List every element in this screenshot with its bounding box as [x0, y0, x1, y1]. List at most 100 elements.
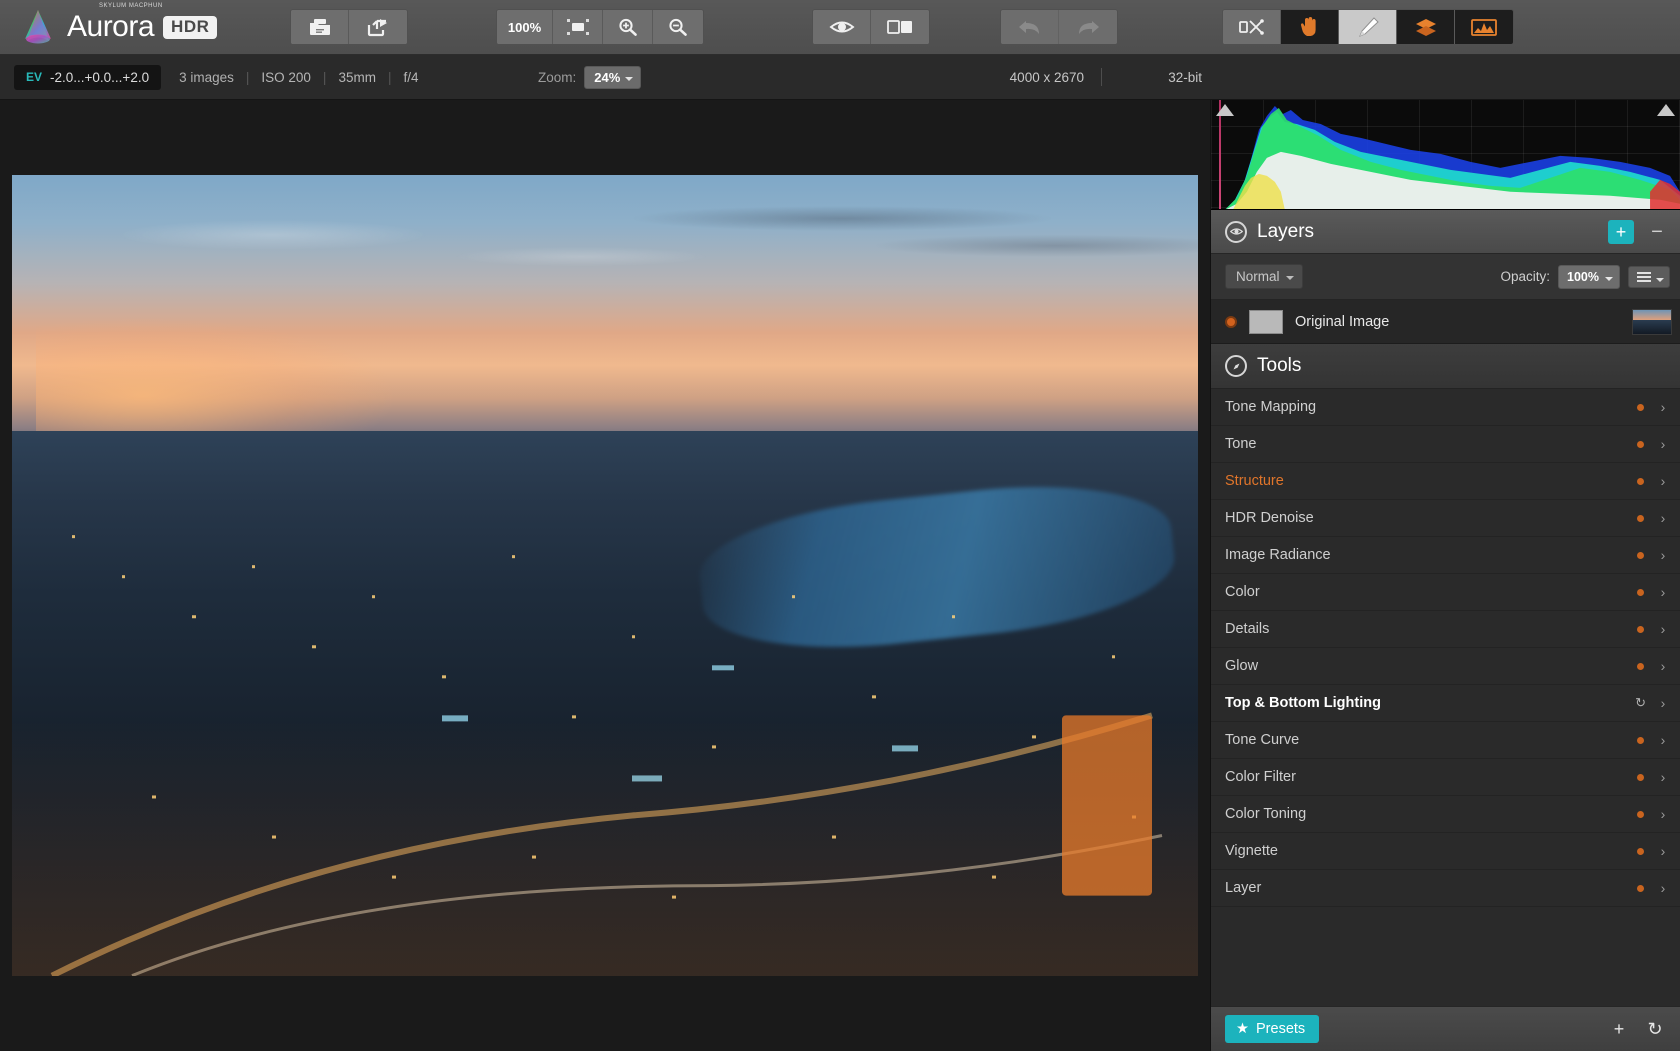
chevron-right-icon[interactable]: › [1658, 843, 1668, 859]
tool-enabled-dot[interactable] [1637, 737, 1644, 744]
tool-enabled-dot[interactable] [1637, 885, 1644, 892]
preview-button-group [812, 9, 930, 45]
tool-item-vignette[interactable]: Vignette› [1211, 833, 1680, 870]
sync-presets-button[interactable]: ↻ [1642, 1017, 1668, 1041]
tool-item-top-bottom-lighting[interactable]: Top & Bottom Lighting↻› [1211, 685, 1680, 722]
presets-button[interactable]: ★ Presets [1225, 1015, 1319, 1043]
chevron-right-icon[interactable]: › [1658, 436, 1668, 452]
highlight-clipping-icon[interactable] [1657, 104, 1675, 116]
zoom-level-select[interactable]: 24% [584, 66, 641, 89]
tool-item-structure[interactable]: Structure› [1211, 463, 1680, 500]
chevron-right-icon[interactable]: › [1658, 547, 1668, 563]
chevron-right-icon[interactable]: › [1658, 510, 1668, 526]
brush-button[interactable] [1339, 10, 1397, 44]
image-info-bar: EV -2.0...+0.0...+2.0 3 images | ISO 200… [0, 55, 1680, 100]
compare-split-button[interactable] [871, 10, 929, 44]
tool-item-color-filter[interactable]: Color Filter › [1211, 759, 1680, 796]
tool-enabled-dot[interactable] [1637, 441, 1644, 448]
tool-item-tone-curve[interactable]: Tone Curve› [1211, 722, 1680, 759]
tool-item-color[interactable]: Color› [1211, 574, 1680, 611]
chevron-right-icon[interactable]: › [1658, 769, 1668, 785]
chevron-right-icon[interactable]: › [1658, 695, 1668, 711]
zoom-label: Zoom: [538, 70, 576, 85]
quick-preview-eye-button[interactable] [813, 10, 871, 44]
chevron-right-icon[interactable]: › [1658, 584, 1668, 600]
chevron-right-icon[interactable]: › [1658, 880, 1668, 896]
tool-item-image-radiance[interactable]: Image Radiance › [1211, 537, 1680, 574]
divider-2: | [323, 70, 327, 85]
tool-item-color-toning[interactable]: Color Toning› [1211, 796, 1680, 833]
history-button-group [1000, 9, 1118, 45]
brand-sup: SKYLUM MACPHUN [99, 3, 163, 9]
tool-item-glow[interactable]: Glow › [1211, 648, 1680, 685]
shadow-clipping-icon[interactable] [1216, 104, 1234, 116]
right-side-panel: Layers + − Normal Opacity: 100% Original… [1210, 100, 1680, 1051]
tool-item-layer[interactable]: Layer› [1211, 870, 1680, 907]
open-images-button[interactable] [291, 10, 349, 44]
tool-enabled-dot[interactable] [1637, 552, 1644, 559]
blend-mode-select[interactable]: Normal [1225, 264, 1303, 289]
tool-enabled-dot[interactable] [1637, 404, 1644, 411]
chevron-right-icon[interactable]: › [1658, 473, 1668, 489]
tool-reset-icon[interactable]: ↻ [1635, 695, 1646, 711]
tool-item-label: Glow [1225, 658, 1637, 674]
histogram-panel-button[interactable] [1455, 10, 1513, 44]
layer-options-menu-button[interactable] [1628, 266, 1670, 288]
tool-enabled-dot[interactable] [1637, 774, 1644, 781]
tool-enabled-dot[interactable] [1637, 848, 1644, 855]
zoom-in-button[interactable] [603, 10, 653, 44]
histogram-widget[interactable] [1211, 100, 1680, 210]
remove-layer-button[interactable]: − [1644, 220, 1670, 244]
iso-value: ISO 200 [261, 70, 311, 85]
zoom-control: Zoom: 24% [538, 66, 641, 89]
tool-item-label: Tone Mapping [1225, 399, 1637, 415]
fit-to-screen-button[interactable] [553, 10, 603, 44]
tool-item-label: Color Filter [1225, 769, 1637, 785]
layers-panel-header: Layers + − [1211, 210, 1680, 254]
layer-row-original-image[interactable]: Original Image [1211, 300, 1680, 344]
tool-enabled-dot[interactable] [1637, 589, 1644, 596]
zoom-100-button[interactable]: 100% [497, 10, 553, 44]
tool-enabled-dot[interactable] [1637, 663, 1644, 670]
export-share-button[interactable] [349, 10, 407, 44]
layers-eye-icon [1225, 221, 1247, 243]
tools-compass-icon [1225, 355, 1247, 377]
photo-preview[interactable] [12, 175, 1198, 976]
undo-button[interactable] [1001, 10, 1059, 44]
tool-enabled-dot[interactable] [1637, 626, 1644, 633]
tool-item-tone-mapping[interactable]: Tone Mapping › [1211, 389, 1680, 426]
opacity-select[interactable]: 100% [1558, 265, 1620, 289]
tool-item-tone[interactable]: Tone› [1211, 426, 1680, 463]
layers-panel-button[interactable] [1397, 10, 1455, 44]
histogram-shadow-marker[interactable] [1219, 100, 1221, 209]
add-preset-button[interactable]: + [1606, 1017, 1632, 1041]
chevron-right-icon[interactable]: › [1658, 399, 1668, 415]
aurora-logo-icon [18, 8, 58, 46]
ev-label: EV [26, 70, 42, 84]
layer-visibility-icon[interactable] [1225, 316, 1237, 328]
file-button-group [290, 9, 408, 45]
tool-enabled-dot[interactable] [1637, 515, 1644, 522]
tool-item-details[interactable]: Details› [1211, 611, 1680, 648]
tools-list[interactable]: Tone Mapping›Tone›Structure›HDR Denoise›… [1211, 389, 1680, 1006]
crop-button[interactable] [1223, 10, 1281, 44]
chevron-right-icon[interactable]: › [1658, 658, 1668, 674]
chevron-right-icon[interactable]: › [1658, 806, 1668, 822]
tool-item-hdr-denoise[interactable]: HDR Denoise› [1211, 500, 1680, 537]
brand-title: Aurora [67, 10, 154, 43]
tool-enabled-dot[interactable] [1637, 811, 1644, 818]
tool-item-label: Image Radiance [1225, 547, 1637, 563]
chevron-right-icon[interactable]: › [1658, 732, 1668, 748]
chevron-right-icon[interactable]: › [1658, 621, 1668, 637]
add-layer-button[interactable]: + [1608, 220, 1634, 244]
image-canvas-area[interactable] [0, 100, 1210, 1051]
brand-name: SKYLUM MACPHUN AuroraHDR [67, 12, 217, 42]
zoom-button-group: 100% [496, 9, 704, 45]
layer-image-thumbnail[interactable] [1632, 309, 1672, 335]
redo-button[interactable] [1059, 10, 1117, 44]
tool-enabled-dot[interactable] [1637, 478, 1644, 485]
layer-mask-thumbnail[interactable] [1249, 310, 1283, 334]
pan-hand-button[interactable] [1281, 10, 1339, 44]
zoom-out-button[interactable] [653, 10, 703, 44]
divider-3: | [388, 70, 392, 85]
